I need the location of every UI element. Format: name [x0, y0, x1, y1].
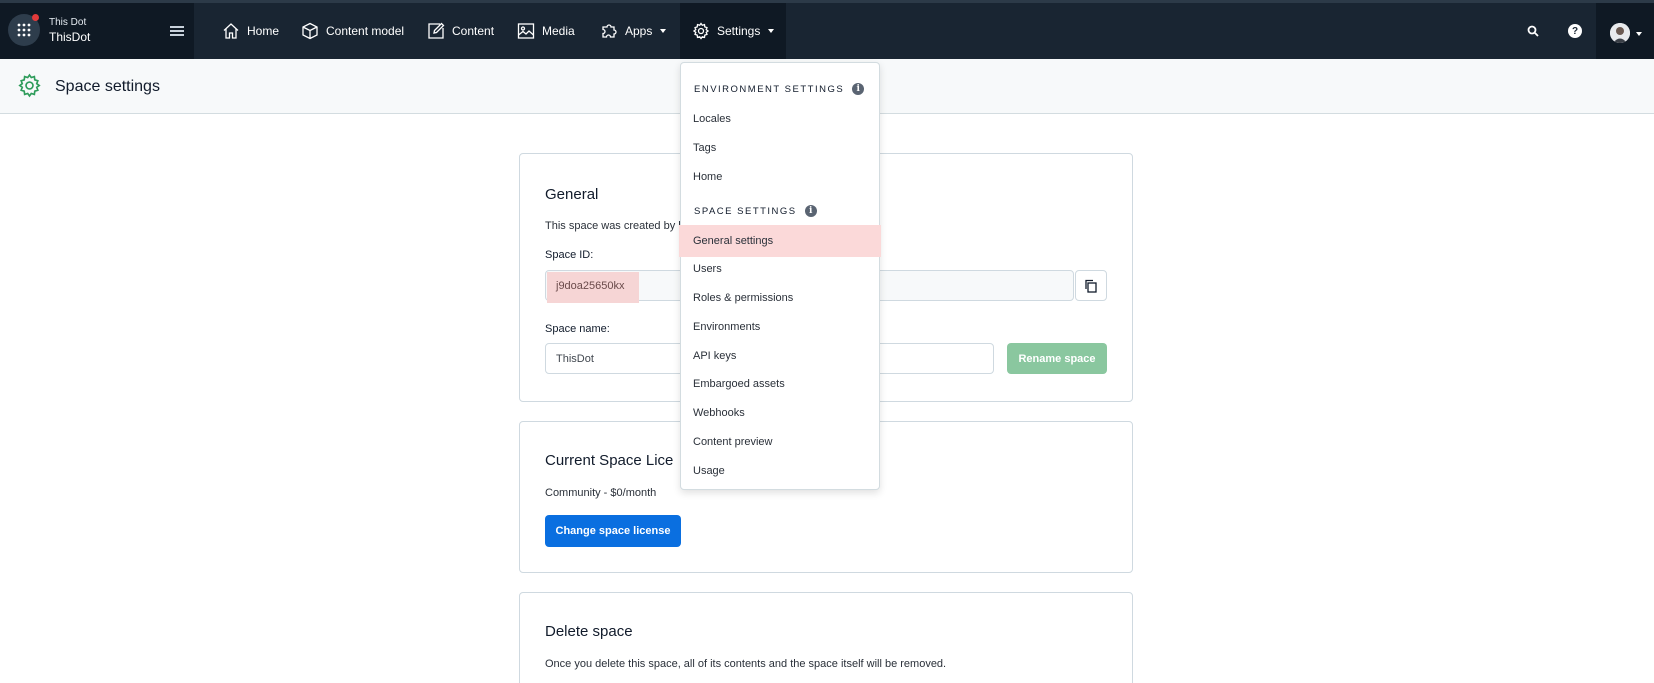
settings-dropdown-menu: ENVIRONMENT SETTINGS i Locales Tags Home… — [679, 62, 881, 490]
edit-icon — [428, 22, 445, 39]
cube-icon — [302, 22, 318, 40]
home-icon — [223, 23, 239, 39]
nav-apps[interactable]: Apps — [600, 3, 667, 59]
nav-media-label: Media — [542, 24, 575, 38]
nav-settings-label: Settings — [717, 24, 761, 38]
space-name-label: Space name: — [545, 323, 610, 335]
space-settings-heading: SPACE SETTINGS — [694, 205, 797, 217]
menu-item-environments[interactable]: Environments — [681, 313, 879, 341]
menu-item-roles-permissions[interactable]: Roles & permissions — [681, 284, 879, 312]
menu-item-webhooks[interactable]: Webhooks — [681, 399, 879, 427]
app-grid-button[interactable] — [8, 14, 40, 46]
chevron-down-icon — [768, 29, 775, 33]
rename-space-button[interactable]: Rename space — [1007, 343, 1107, 374]
search-button[interactable] — [1523, 21, 1543, 41]
space-settings-section: SPACE SETTINGS i — [694, 205, 817, 217]
top-navigation: This Dot ThisDot Home Content model Cont… — [0, 0, 1654, 59]
settings-gear-icon — [18, 73, 41, 98]
search-icon — [1527, 25, 1539, 37]
menu-item-locales[interactable]: Locales — [681, 105, 879, 133]
gear-icon — [692, 22, 710, 40]
notification-dot — [32, 14, 39, 21]
copy-icon — [1085, 279, 1097, 293]
delete-card: Delete space Once you delete this space,… — [519, 592, 1133, 683]
delete-warning-text: Once you delete this space, all of its c… — [545, 658, 947, 670]
general-heading: General — [545, 186, 599, 203]
space-switcher[interactable]: This Dot ThisDot — [0, 3, 194, 59]
chevron-down-icon — [660, 29, 667, 33]
space-name: ThisDot — [49, 30, 91, 44]
menu-icon[interactable] — [170, 26, 184, 38]
menu-item-users[interactable]: Users — [681, 255, 879, 283]
license-heading: Current Space Lice — [545, 452, 674, 469]
nav-content[interactable]: Content — [427, 3, 494, 59]
chevron-down-icon — [1636, 32, 1642, 36]
menu-item-embargoed-assets[interactable]: Embargoed assets — [681, 370, 879, 398]
avatar — [1610, 23, 1630, 43]
nav-settings[interactable]: Settings — [680, 3, 786, 59]
nav-content-label: Content — [452, 24, 495, 38]
license-plan-text: Community - $0/month — [545, 487, 657, 499]
grid-icon — [17, 23, 31, 37]
image-icon — [517, 23, 535, 39]
environment-settings-heading: ENVIRONMENT SETTINGS — [694, 83, 845, 95]
change-space-license-button[interactable]: Change space license — [545, 515, 681, 547]
menu-item-home[interactable]: Home — [681, 163, 879, 191]
copy-button[interactable] — [1075, 270, 1107, 301]
menu-item-api-keys[interactable]: API keys — [681, 342, 879, 370]
nav-content-model[interactable]: Content model — [301, 3, 404, 59]
nav-media[interactable]: Media — [517, 3, 575, 59]
help-button[interactable]: ? — [1565, 21, 1585, 41]
environment-settings-section: ENVIRONMENT SETTINGS i — [694, 83, 865, 95]
menu-item-general-settings[interactable]: General settings — [679, 225, 881, 257]
account-menu[interactable] — [1596, 3, 1654, 59]
nav-apps-label: Apps — [625, 24, 653, 38]
info-icon[interactable]: i — [852, 83, 865, 95]
space-id-value: j9doa25650kx — [556, 279, 625, 292]
organization-name: This Dot — [49, 17, 87, 28]
space-id-label: Space ID: — [545, 249, 594, 261]
info-icon[interactable]: i — [804, 205, 817, 217]
nav-content-model-label: Content model — [326, 24, 405, 38]
nav-home-label: Home — [247, 24, 280, 38]
puzzle-icon — [602, 24, 617, 38]
menu-item-content-preview[interactable]: Content preview — [681, 428, 879, 456]
created-by-text: This space was created by l — [545, 220, 681, 232]
delete-heading: Delete space — [545, 623, 633, 640]
nav-home[interactable]: Home — [222, 3, 279, 59]
page-title: Space settings — [55, 78, 160, 95]
help-icon: ? — [1568, 24, 1582, 38]
menu-item-tags[interactable]: Tags — [681, 134, 879, 162]
menu-item-usage[interactable]: Usage — [681, 457, 879, 485]
